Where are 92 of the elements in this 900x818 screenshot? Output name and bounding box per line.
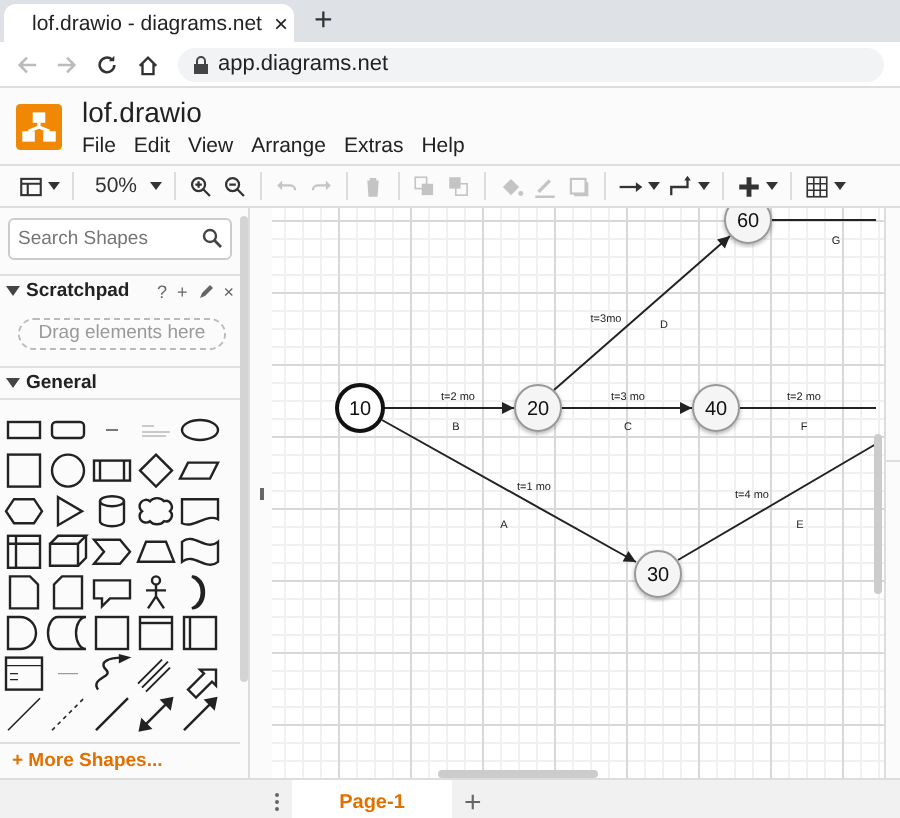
shape-thumbnail-icon[interactable] (8, 574, 40, 610)
shape-thumbnail-icon[interactable] (7, 697, 41, 731)
shape-thumbnail-icon[interactable] (180, 537, 220, 566)
zoom-out-icon (222, 173, 248, 199)
zoom-dropdown[interactable]: 50% (82, 168, 166, 204)
shape-thumbnail-icon[interactable] (138, 696, 174, 732)
shape-thumbnail-icon[interactable] (182, 615, 218, 650)
vertical-scrollbar-thumb[interactable] (874, 434, 882, 594)
shape-thumbnail-icon[interactable] (183, 696, 218, 731)
shape-thumbnail-icon[interactable] (6, 453, 42, 488)
shape-thumbnail-icon[interactable] (50, 453, 86, 488)
to-front-icon (412, 173, 438, 199)
edge-arrow[interactable] (383, 402, 515, 414)
menu-item[interactable]: File (82, 133, 116, 157)
shape-thumbnail-icon[interactable] (95, 653, 132, 690)
panel-resize-handle[interactable] (259, 487, 263, 499)
shape-thumbnail-icon[interactable] (56, 494, 85, 527)
new-tab-button[interactable]: + (310, 6, 337, 38)
menu-item[interactable]: Help (421, 133, 465, 157)
home-icon[interactable] (136, 53, 160, 75)
shadow-square-icon (566, 173, 592, 199)
add-page-button[interactable]: + (452, 780, 494, 818)
menu-item[interactable]: View (188, 133, 234, 157)
paint-bucket-icon (498, 173, 524, 199)
shape-thumbnail-icon[interactable] (50, 420, 86, 439)
event-node[interactable]: 20 (514, 384, 562, 432)
add-button[interactable]: + (176, 281, 188, 302)
edge-arrow[interactable] (561, 402, 693, 414)
panel-layout-icon (18, 173, 44, 199)
help-button[interactable]: ? (156, 281, 167, 302)
caret-icon (648, 182, 660, 190)
table-grid-icon (804, 173, 830, 199)
lock-icon (194, 55, 208, 73)
search-icon[interactable] (202, 228, 222, 248)
event-node[interactable]: 60 (724, 208, 772, 244)
shape-thumbnail-icon[interactable] (92, 459, 132, 482)
caret-icon (766, 182, 778, 190)
caret-icon (150, 182, 162, 190)
address-bar[interactable]: app.diagrams.net (178, 47, 884, 81)
shape-thumbnail-icon[interactable] (178, 461, 220, 480)
menu-item[interactable]: Extras (343, 133, 404, 157)
caret-icon (698, 182, 710, 190)
shape-thumbnail-icon[interactable] (186, 668, 218, 699)
shape-thumbnail-icon[interactable] (6, 420, 42, 439)
shape-thumbnail-icon[interactable] (94, 615, 130, 650)
shape-thumbnail-icon[interactable] (180, 418, 220, 441)
event-node[interactable]: 30 (634, 550, 682, 598)
shape-thumbnail-icon[interactable] (138, 452, 174, 488)
reload-icon[interactable] (96, 53, 118, 75)
shape-thumbnail-icon[interactable] (52, 574, 84, 610)
shape-thumbnail-icon[interactable] (180, 497, 220, 526)
shape-thumbnail-icon[interactable] (95, 696, 129, 731)
tab-title: lof.drawio - diagrams.net (32, 11, 262, 35)
plus-icon (736, 173, 762, 199)
search-shapes-field[interactable]: Search Shapes (8, 218, 232, 260)
menu-item[interactable]: Arrange (251, 133, 326, 157)
tab-close-button[interactable]: × (273, 9, 288, 37)
edge-line[interactable] (677, 443, 877, 561)
shape-thumbnail-icon[interactable] (6, 534, 42, 569)
caret-icon (48, 182, 60, 190)
scratchpad-drop-area: Drag elements here (18, 318, 226, 350)
shape-thumbnail-icon[interactable] (6, 615, 38, 650)
shape-thumbnail-icon[interactable] (92, 578, 132, 609)
event-node[interactable]: 10 (335, 383, 385, 433)
elbow-connector-icon (668, 173, 694, 199)
scrollbar-thumb[interactable] (240, 216, 248, 682)
shape-thumbnail-icon[interactable] (136, 540, 176, 563)
shape-thumbnail-icon[interactable] (46, 615, 88, 650)
pencil-icon[interactable] (197, 283, 214, 300)
shape-thumbnail-icon[interactable] (4, 497, 44, 524)
shape-thumbnail-icon[interactable] (138, 615, 174, 650)
document-title[interactable]: lof.drawio (82, 95, 465, 127)
browser-tab[interactable]: lof.drawio - diagrams.net × (4, 4, 294, 42)
shape-thumbnail-icon[interactable] (190, 574, 206, 610)
more-options-icon[interactable] (274, 792, 280, 812)
shape-thumbnail-icon[interactable] (91, 538, 132, 565)
event-node[interactable]: 40 (692, 384, 740, 432)
menu-item[interactable]: Edit (133, 133, 171, 157)
shape-thumbnail-icon[interactable] (144, 574, 168, 610)
caret-icon (834, 182, 846, 190)
zoom-in-icon (188, 173, 214, 199)
shape-thumbnail-icon[interactable] (138, 496, 173, 526)
shape-thumbnail-icon[interactable] (137, 658, 171, 693)
shape-thumbnail-icon[interactable] (4, 656, 44, 691)
to-back-icon (446, 173, 472, 199)
app-logo-icon (16, 103, 62, 149)
close-button[interactable]: × (223, 281, 234, 302)
shape-thumbnail-icon[interactable] (48, 534, 89, 567)
shape-thumbnail-icon[interactable] (141, 425, 171, 437)
shape-thumbnail-icon[interactable] (51, 697, 85, 731)
horizontal-scrollbar-thumb[interactable] (438, 770, 598, 778)
shape-thumbnail-icon[interactable] (98, 494, 126, 527)
